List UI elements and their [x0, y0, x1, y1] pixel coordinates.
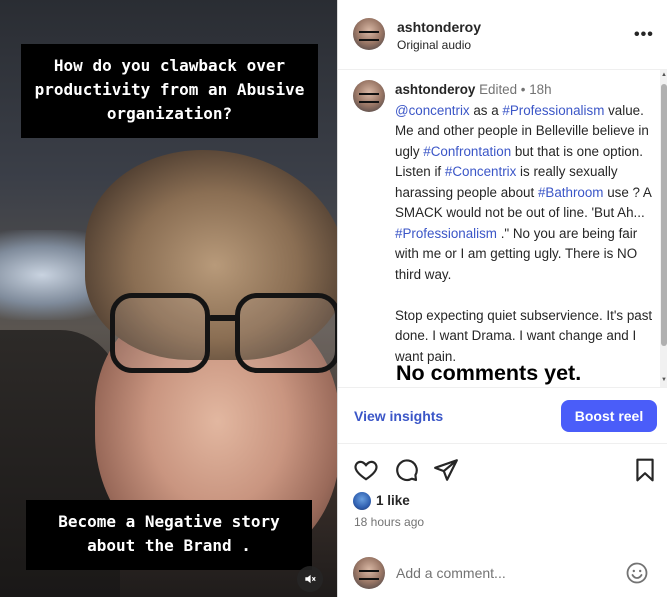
post-header: ashtonderoy Original audio •••	[338, 0, 667, 70]
glasses	[110, 285, 337, 380]
speaker-muted-icon	[305, 574, 316, 584]
audio-link[interactable]: Original audio	[397, 38, 471, 52]
reel-video[interactable]: How do you clawback over productivity fr…	[0, 0, 337, 597]
caption-body: @concentrix as a #Professionalism value.…	[395, 103, 651, 282]
caption-text: ashtonderoy Edited • 18h @concentrix as …	[395, 80, 657, 367]
comment-icon[interactable]	[393, 457, 419, 483]
bookmark-icon[interactable]	[632, 457, 658, 483]
video-caption-bottom: Become a Negative story about the Brand …	[26, 500, 312, 570]
mute-button[interactable]	[297, 566, 323, 592]
comment-input-row	[338, 545, 667, 597]
caption-tag-link[interactable]: #Confrontation	[423, 144, 511, 159]
caption-tag-link[interactable]: #Concentrix	[445, 164, 516, 179]
more-options-icon[interactable]: •••	[634, 26, 654, 44]
caption-avatar[interactable]	[353, 80, 385, 112]
video-caption-top: How do you clawback over productivity fr…	[21, 44, 318, 138]
insights-row: View insights Boost reel	[338, 388, 667, 444]
add-comment-input[interactable]	[396, 562, 616, 584]
view-insights-link[interactable]: View insights	[354, 408, 443, 424]
boost-reel-button[interactable]: Boost reel	[561, 400, 657, 432]
liker-avatar	[353, 492, 371, 510]
caption-username[interactable]: ashtonderoy	[395, 82, 475, 97]
scrollbar[interactable]: ▲ ▼	[660, 70, 667, 387]
caption-tag-link[interactable]: #Professionalism	[395, 226, 497, 241]
caption-tag-link[interactable]: @concentrix	[395, 103, 470, 118]
smiley-icon[interactable]	[625, 561, 649, 585]
action-row	[338, 455, 667, 485]
post-details-panel: ashtonderoy Original audio ••• ashtonder…	[337, 0, 667, 597]
like-count[interactable]: 1 like	[376, 493, 410, 508]
scroll-down-arrow-icon[interactable]: ▼	[661, 377, 667, 383]
glasses-bridge	[208, 315, 238, 321]
current-user-avatar	[353, 557, 385, 589]
glasses-lens-left	[110, 293, 210, 373]
caption-paragraph-2: Stop expecting quiet subservience. It's …	[395, 307, 653, 364]
scroll-thumb[interactable]	[661, 84, 667, 346]
avatar[interactable]	[353, 18, 385, 50]
post-timestamp[interactable]: 18 hours ago	[354, 515, 424, 529]
scroll-up-arrow-icon[interactable]: ▲	[661, 72, 667, 78]
no-comments-label: No comments yet.	[396, 361, 582, 385]
caption-meta: Edited • 18h	[479, 82, 552, 97]
caption-tag-link[interactable]: #Professionalism	[502, 103, 604, 118]
caption-scroll-area[interactable]: ashtonderoy Edited • 18h @concentrix as …	[338, 70, 667, 388]
heart-icon[interactable]	[353, 457, 379, 483]
glasses-lens-right	[235, 293, 337, 373]
paper-plane-icon[interactable]	[433, 457, 459, 483]
caption-text-segment: as a	[469, 102, 503, 118]
caption-tag-link[interactable]: #Bathroom	[538, 185, 604, 200]
username-link[interactable]: ashtonderoy	[397, 19, 481, 35]
